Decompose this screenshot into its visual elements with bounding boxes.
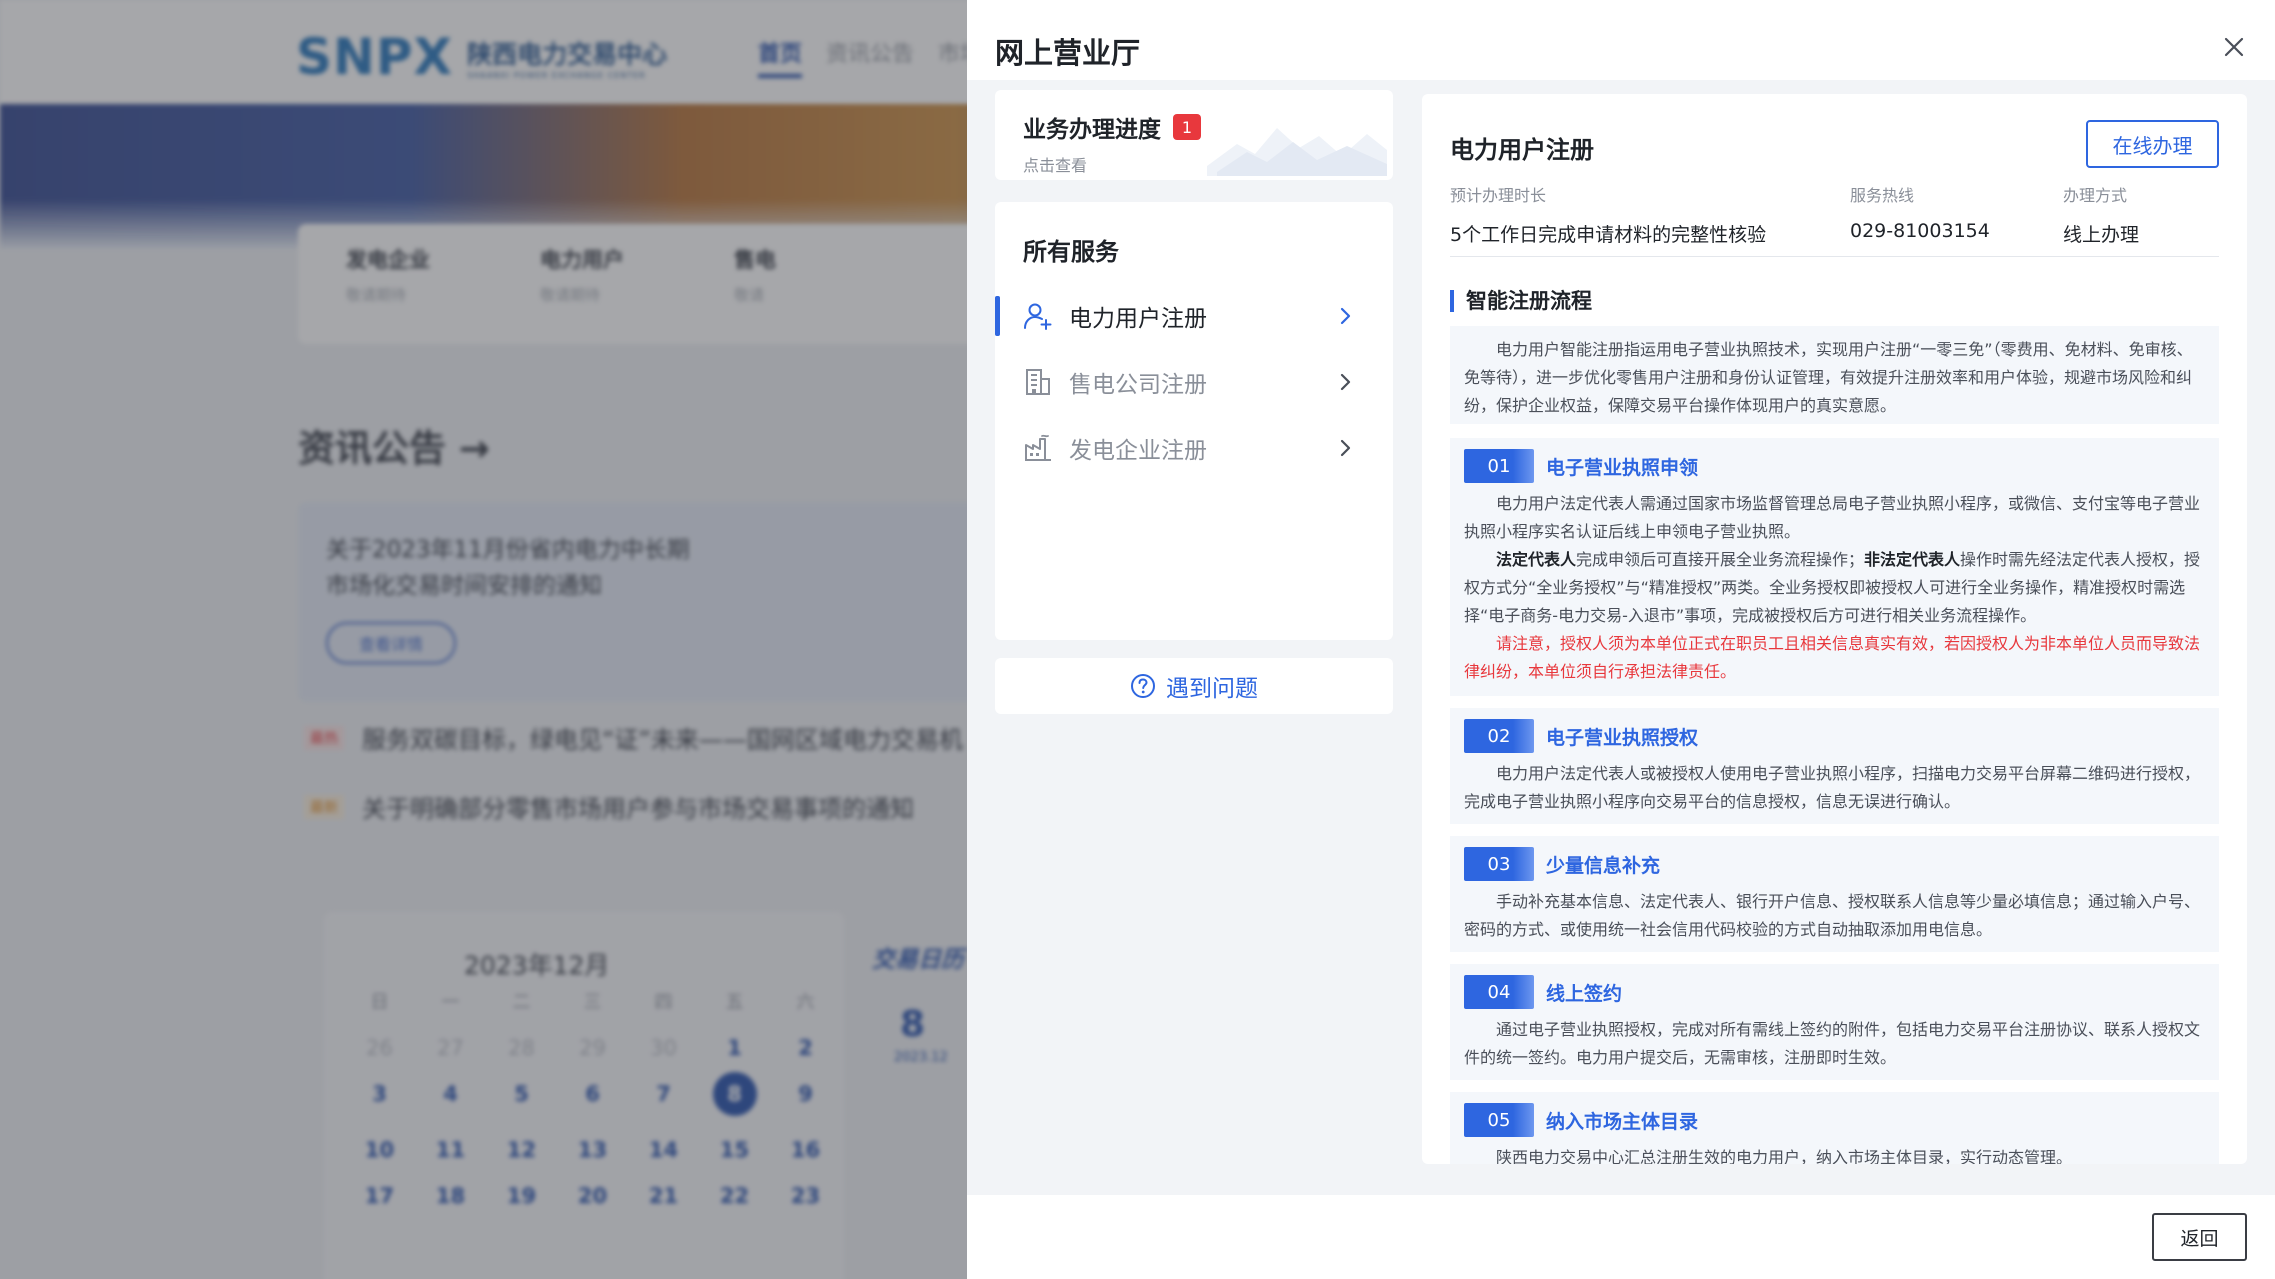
mountains-decoration-icon	[1207, 128, 1387, 176]
help-button[interactable]: 遇到问题	[995, 658, 1393, 714]
chevron-right-icon	[1340, 307, 1351, 325]
online-apply-button[interactable]: 在线办理	[2086, 120, 2219, 168]
service-item-generator-register[interactable]: 发电企业注册	[995, 424, 1393, 472]
bold-term: 法定代表人	[1496, 550, 1577, 569]
step-name: 少量信息补充	[1546, 854, 1661, 877]
flow-step-01: 01 电子营业执照申领 电力用户法定代表人需通过国家市场监督管理总局电子营业执照…	[1450, 438, 2219, 696]
meta-duration: 预计办理时长 5个工作日完成申请材料的完整性核验	[1450, 182, 1766, 247]
step-warning: 请注意，授权人须为本单位正式在职员工且相关信息真实有效，若因授权人为非本单位人员…	[1464, 634, 2201, 681]
service-item-retail-register[interactable]: 售电公司注册	[995, 358, 1393, 406]
flow-step-03: 03 少量信息补充 手动补充基本信息、法定代表人、银行开户信息、授权联系人信息等…	[1450, 836, 2219, 952]
factory-icon	[1023, 433, 1053, 463]
step-name: 电子营业执照申领	[1546, 456, 1699, 479]
meta-key: 服务热线	[1850, 186, 1915, 205]
meta-hotline: 服务热线 029-81003154	[1850, 182, 1990, 242]
service-label: 电力用户注册	[1069, 306, 1207, 332]
step-text-auth: 法定代表人完成申领后可直接开展全业务流程操作；非法定代表人操作时需先经法定代表人…	[1464, 546, 2205, 630]
step-number: 02	[1464, 719, 1534, 753]
service-label: 售电公司注册	[1069, 372, 1207, 398]
meta-value: 029-81003154	[1850, 220, 1990, 242]
drawer-body: 业务办理进度 1 点击查看 所有服务 电力用户注册 售电公司注册 发电企业注册 …	[967, 80, 2275, 1195]
step-text: 电力用户法定代表人或被授权人使用电子营业执照小程序，扫描电力交易平台屏幕二维码进…	[1464, 764, 2201, 811]
question-icon	[1131, 674, 1155, 698]
service-label: 发电企业注册	[1069, 438, 1207, 464]
step-name: 线上签约	[1546, 982, 1623, 1005]
meta-value: 5个工作日完成申请材料的完整性核验	[1450, 224, 1767, 246]
step-text: 手动补充基本信息、法定代表人、银行开户信息、授权联系人信息等少量必填信息；通过输…	[1464, 892, 2201, 939]
chevron-right-icon	[1340, 439, 1351, 457]
services-panel: 所有服务 电力用户注册 售电公司注册 发电企业注册	[995, 202, 1393, 640]
divider	[1450, 256, 2219, 257]
meta-method: 办理方式 线上办理	[2063, 182, 2139, 247]
business-progress-card[interactable]: 业务办理进度 1 点击查看	[995, 90, 1393, 180]
step-name: 电子营业执照授权	[1546, 726, 1699, 749]
detail-title: 电力用户注册	[1450, 136, 1594, 164]
progress-count-badge: 1	[1173, 114, 1201, 140]
bold-term: 非法定代表人	[1864, 550, 1961, 569]
flow-section-title: 智能注册流程	[1450, 290, 1592, 312]
back-button[interactable]: 返回	[2152, 1213, 2247, 1261]
step-number: 05	[1464, 1103, 1534, 1137]
service-item-user-register[interactable]: 电力用户注册	[995, 292, 1393, 340]
step-text: 陕西电力交易中心汇总注册生效的电力用户，纳入市场主体目录，实行动态管理。	[1496, 1148, 2073, 1164]
flow-step-02: 02 电子营业执照授权 电力用户法定代表人或被授权人使用电子营业执照小程序，扫描…	[1450, 708, 2219, 824]
close-icon[interactable]	[2221, 34, 2247, 60]
step-text: 通过电子营业执照授权，完成对所有需线上签约的附件，包括电力交易平台注册协议、联系…	[1464, 1020, 2201, 1067]
step-number: 01	[1464, 449, 1534, 483]
online-hall-drawer: 网上营业厅 业务办理进度 1 点击查看 所有服务 电力用户注册 售电公司注册 发…	[967, 0, 2275, 1279]
service-detail-panel: 电力用户注册 在线办理 预计办理时长 5个工作日完成申请材料的完整性核验 服务热…	[1422, 94, 2247, 1164]
help-label: 遇到问题	[1166, 676, 1258, 702]
flow-step-04: 04 线上签约 通过电子营业执照授权，完成对所有需线上签约的附件，包括电力交易平…	[1450, 964, 2219, 1080]
user-add-icon	[1023, 301, 1053, 331]
services-title: 所有服务	[1023, 238, 1119, 266]
building-icon	[1023, 367, 1053, 397]
step-name: 纳入市场主体目录	[1546, 1110, 1699, 1133]
meta-key: 预计办理时长	[1450, 186, 1547, 205]
progress-title: 业务办理进度	[1023, 117, 1161, 143]
chevron-right-icon	[1340, 373, 1351, 391]
step-text-part: 完成申领后可直接开展全业务流程操作；	[1576, 550, 1865, 569]
flow-step-05: 05 纳入市场主体目录 陕西电力交易中心汇总注册生效的电力用户，纳入市场主体目录…	[1450, 1092, 2219, 1164]
step-number: 04	[1464, 975, 1534, 1009]
meta-key: 办理方式	[2063, 186, 2128, 205]
drawer-footer: 返回	[967, 1195, 2275, 1279]
step-number: 03	[1464, 847, 1534, 881]
drawer-title: 网上营业厅	[995, 36, 1141, 70]
meta-value: 线上办理	[2063, 224, 2140, 246]
step-text: 电力用户法定代表人需通过国家市场监督管理总局电子营业执照小程序，或微信、支付宝等…	[1464, 494, 2201, 541]
flow-intro: 电力用户智能注册指运用电子营业执照技术，实现用户注册“一零三免”（零费用、免材料…	[1450, 326, 2219, 424]
